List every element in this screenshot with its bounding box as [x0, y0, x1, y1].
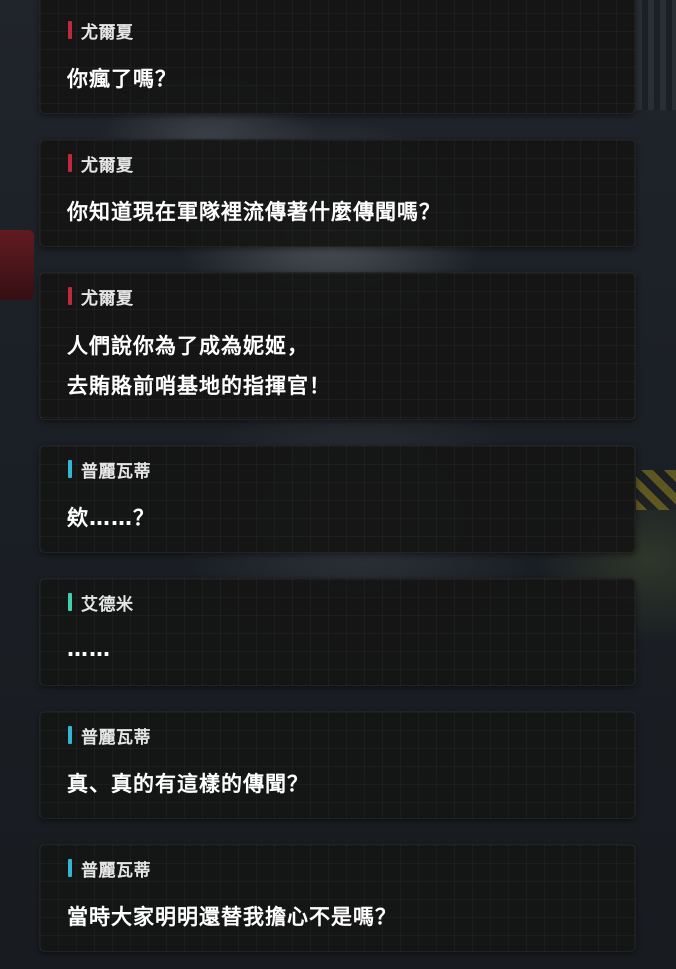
- speaker-tag: 艾德米: [68, 592, 134, 615]
- speaker-tag: 普麗瓦蒂: [68, 725, 151, 748]
- dialogue-entry: 普麗瓦蒂 當時大家明明還替我擔心不是嗎？: [39, 844, 636, 952]
- dialogue-line: 欸……？: [67, 506, 155, 530]
- speaker-tag: 普麗瓦蒂: [68, 858, 151, 881]
- speaker-color-bar: [68, 287, 72, 305]
- speaker-name: 尤爾夏: [81, 288, 134, 309]
- dialogue-entry: 普麗瓦蒂 真、真的有這樣的傳聞？: [39, 711, 636, 819]
- dialogue-line: ……: [67, 637, 111, 661]
- dialogue-text: 欸……？: [67, 498, 155, 538]
- dialogue-line: 真、真的有這樣的傳聞？: [67, 772, 309, 796]
- speaker-color-bar: [68, 21, 72, 39]
- dialogue-text: 當時大家明明還替我擔心不是嗎？: [67, 897, 397, 937]
- speaker-tag: 尤爾夏: [68, 20, 134, 43]
- speaker-color-bar: [68, 460, 72, 478]
- speaker-name: 普麗瓦蒂: [81, 860, 151, 881]
- dialogue-entry: 尤爾夏 你知道現在軍隊裡流傳著什麼傳聞嗎？: [39, 139, 636, 247]
- dialogue-entry: 艾德米 ……: [39, 578, 636, 686]
- dialogue-line: 當時大家明明還替我擔心不是嗎？: [67, 905, 397, 929]
- speaker-color-bar: [68, 726, 72, 744]
- speaker-name: 普麗瓦蒂: [81, 727, 151, 748]
- speaker-tag: 普麗瓦蒂: [68, 459, 151, 482]
- speaker-tag: 尤爾夏: [68, 286, 134, 309]
- dialogue-entry: 尤爾夏 人們說你為了成為妮姬， 去賄賂前哨基地的指揮官！: [39, 272, 636, 420]
- speaker-color-bar: [68, 859, 72, 877]
- dialogue-entry: 尤爾夏 你瘋了嗎？: [39, 0, 636, 114]
- dialogue-text: 你知道現在軍隊裡流傳著什麼傳聞嗎？: [67, 192, 441, 232]
- dialogue-line: 人們說你為了成為妮姬，: [67, 334, 309, 358]
- speaker-name: 尤爾夏: [81, 155, 134, 176]
- dialogue-text: ……: [67, 629, 111, 669]
- dialogue-text: 人們說你為了成為妮姬， 去賄賂前哨基地的指揮官！: [67, 326, 331, 406]
- dialogue-log: 尤爾夏 你瘋了嗎？ 尤爾夏 你知道現在軍隊裡流傳著什麼傳聞嗎？ 尤爾夏 人們說你…: [0, 0, 676, 969]
- speaker-name: 尤爾夏: [81, 22, 134, 43]
- speaker-tag: 尤爾夏: [68, 153, 134, 176]
- dialogue-line: 你知道現在軍隊裡流傳著什麼傳聞嗎？: [67, 200, 441, 224]
- dialogue-line: 你瘋了嗎？: [67, 67, 177, 91]
- speaker-name: 艾德米: [81, 594, 134, 615]
- dialogue-entry: 普麗瓦蒂 欸……？: [39, 445, 636, 553]
- dialogue-line: 去賄賂前哨基地的指揮官！: [67, 374, 331, 398]
- speaker-color-bar: [68, 593, 72, 611]
- dialogue-text: 你瘋了嗎？: [67, 59, 177, 99]
- dialogue-text: 真、真的有這樣的傳聞？: [67, 764, 309, 804]
- speaker-name: 普麗瓦蒂: [81, 461, 151, 482]
- speaker-color-bar: [68, 154, 72, 172]
